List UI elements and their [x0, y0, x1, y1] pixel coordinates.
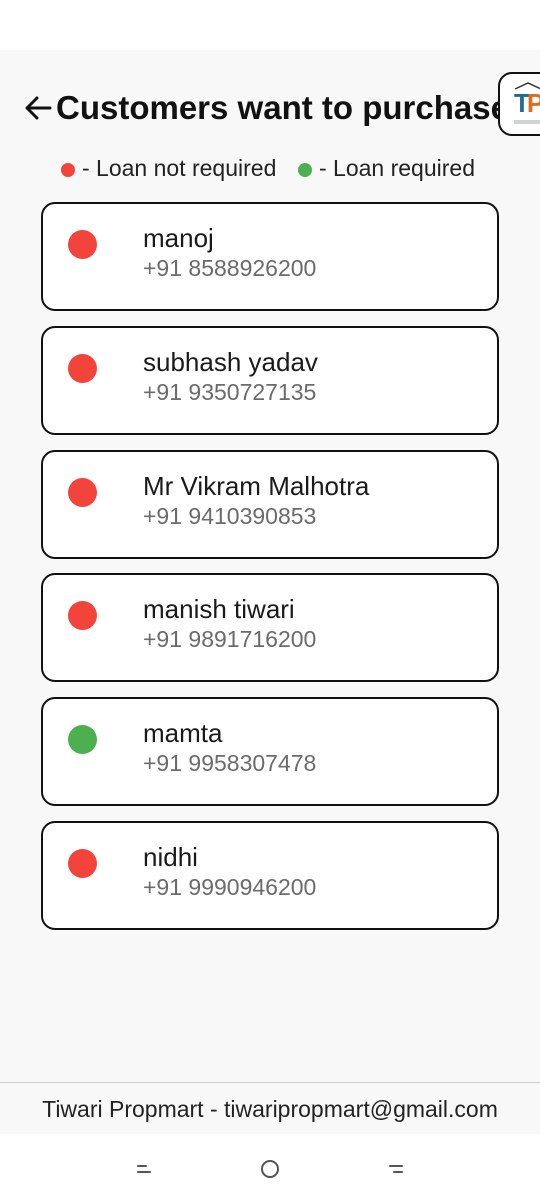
customer-card[interactable]: manoj +91 8588926200	[41, 202, 499, 311]
customer-phone: +91 9990946200	[143, 874, 317, 900]
loan-status-dot	[68, 354, 97, 383]
legend-required-label: - Loan required	[319, 155, 475, 181]
customer-name: Mr Vikram Malhotra	[143, 471, 370, 501]
recents-icon[interactable]	[129, 1154, 159, 1184]
legend-red-dot	[61, 163, 75, 177]
footer-text: Tiwari Propmart - tiwaripropmart@gmail.c…	[42, 1096, 498, 1122]
footer-divider	[0, 1082, 540, 1083]
arrow-back-icon[interactable]	[24, 94, 52, 122]
status-bar	[0, 0, 540, 50]
customer-card[interactable]: mamta +91 9958307478	[41, 697, 499, 806]
logo-letter-t: T	[514, 88, 530, 118]
logo-letters: TP	[514, 88, 540, 119]
customer-card[interactable]: subhash yadav +91 9350727135	[41, 326, 499, 435]
home-icon[interactable]	[255, 1154, 285, 1184]
legend-green-dot	[298, 163, 312, 177]
customer-phone: +91 9891716200	[143, 626, 317, 652]
customer-card[interactable]: nidhi +91 9990946200	[41, 821, 499, 930]
customer-name: nidhi	[143, 842, 198, 872]
legend: - Loan not required - Loan required	[0, 154, 540, 182]
customer-phone: +91 8588926200	[143, 255, 317, 281]
loan-status-dot	[68, 725, 97, 754]
customer-phone: +91 9410390853	[143, 503, 317, 529]
loan-status-dot	[68, 230, 97, 259]
app-screen: Customers want to purchase TP - Loan not…	[0, 50, 540, 1134]
loan-status-dot	[68, 849, 97, 878]
company-logo[interactable]: TP	[498, 72, 540, 136]
customer-card[interactable]: Mr Vikram Malhotra +91 9410390853	[41, 450, 499, 559]
legend-not-required-label: - Loan not required	[82, 155, 277, 181]
logo-subtext	[514, 120, 540, 124]
system-nav-bar	[0, 1134, 540, 1200]
page-title: Customers want to purchase	[56, 89, 509, 126]
customer-name: subhash yadav	[143, 347, 318, 377]
loan-status-dot	[68, 478, 97, 507]
customer-card[interactable]: manish tiwari +91 9891716200	[41, 573, 499, 682]
back-icon[interactable]	[381, 1154, 411, 1184]
loan-status-dot	[68, 601, 97, 630]
customer-name: manish tiwari	[143, 594, 295, 624]
customer-phone: +91 9350727135	[143, 379, 317, 405]
customer-name: mamta	[143, 718, 223, 748]
app-header: Customers want to purchase TP	[0, 72, 540, 146]
logo-letter-p: P	[526, 88, 540, 118]
customer-phone: +91 9958307478	[143, 750, 317, 776]
customer-name: manoj	[143, 223, 214, 253]
